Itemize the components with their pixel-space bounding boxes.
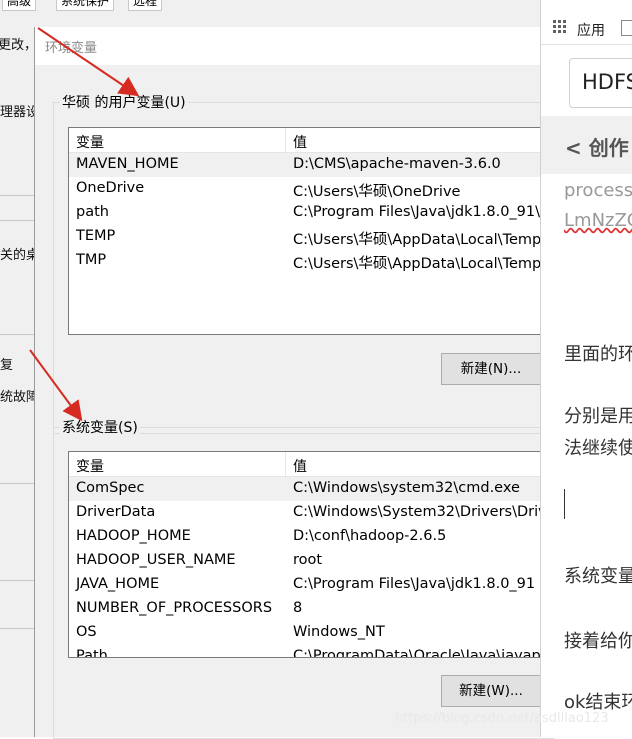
breadcrumb-label: < 创作 (565, 136, 629, 160)
env-vars-dialog: 环境变量 华硕 的用户变量(U) 变量 值 MAVEN_HOME D:\CMS\… (34, 27, 554, 739)
search-input[interactable]: HDFS (569, 58, 632, 108)
column-header-value[interactable]: 值 (293, 132, 307, 152)
table-row[interactable]: OS Windows_NT (69, 621, 549, 645)
bg-text-fragment: 更改， (0, 38, 38, 53)
var-name: DriverData (76, 504, 156, 520)
table-row[interactable]: HADOOP_HOME D:\conf\hadoop-2.6.5 (69, 525, 549, 549)
system-new-button[interactable]: 新建(W)... (441, 675, 541, 707)
table-row[interactable]: path C:\Program Files\Java\jdk1.8.0_91\ (69, 201, 549, 225)
var-name: OneDrive (76, 180, 145, 196)
var-name: Path (76, 648, 108, 658)
column-header-name[interactable]: 变量 (76, 132, 104, 152)
var-value: D:\conf\hadoop-2.6.5 (293, 528, 447, 544)
table-row[interactable]: JAVA_HOME C:\Program Files\Java\jdk1.8.0… (69, 573, 549, 597)
divider (0, 483, 34, 484)
table-row[interactable]: ComSpec C:\Windows\system32\cmd.exe (69, 477, 549, 501)
column-separator[interactable] (285, 452, 286, 476)
var-name: TEMP (76, 228, 116, 244)
var-value: 8 (293, 600, 303, 616)
table-row[interactable]: OneDrive C:\Users\华硕\OneDrive (69, 177, 549, 201)
apps-bookmark-label[interactable]: 应用 (577, 20, 605, 40)
tab-system-protection[interactable]: 系统保护 (56, 0, 115, 11)
var-value: C:\ProgramData\Oracle\Java\javapath (293, 648, 549, 658)
var-name: TMP (76, 252, 107, 268)
table-row[interactable]: Path C:\ProgramData\Oracle\Java\javapath (69, 645, 549, 658)
var-name: OS (76, 624, 97, 640)
system-vars-label: 系统变量(S) (60, 417, 140, 437)
var-value: C:\Users\华硕\AppData\Local\Temp (293, 232, 542, 248)
tab-advanced[interactable]: 高级 (2, 0, 37, 11)
bookmark-page-icon[interactable] (621, 20, 632, 36)
var-value: C:\Users\华硕\OneDrive (293, 184, 461, 200)
var-name: HADOOP_HOME (76, 528, 191, 544)
article-text: process (564, 180, 632, 201)
var-value: Windows_NT (293, 624, 385, 640)
divider (0, 580, 34, 581)
table-row[interactable]: TMP C:\Users\华硕\AppData\Local\Temp (69, 249, 549, 273)
tab-bar: 高级 系统保护 远程 (0, 0, 540, 11)
bookmarks-bar: 应用 (541, 0, 632, 45)
divider (0, 220, 34, 221)
var-name: path (76, 204, 109, 220)
dialog-title-bar: 环境变量 (35, 27, 541, 65)
dialog-title: 环境变量 (45, 41, 98, 56)
var-value: C:\Users\华硕\AppData\Local\Temp (293, 256, 542, 272)
column-header-name[interactable]: 变量 (76, 456, 104, 476)
list-header: 变量 值 (69, 452, 549, 477)
apps-grid-icon[interactable] (553, 20, 567, 34)
table-row[interactable]: HADOOP_USER_NAME root (69, 549, 549, 573)
article-text: LmNzZG (564, 210, 632, 231)
var-value: C:\Windows\System32\Drivers\DriverData (293, 504, 549, 520)
search-text: HDFS (582, 70, 632, 94)
text-caret (564, 489, 565, 519)
var-name: ComSpec (76, 480, 145, 496)
article-text: 里面的环 (564, 344, 632, 365)
browser-window: 应用 HDFS < 创作 process LmNzZG 里面的环 分别是用 法继… (540, 0, 632, 737)
article-text: 系统变量 (564, 566, 632, 587)
var-name: HADOOP_USER_NAME (76, 552, 236, 568)
var-value: C:\Windows\system32\cmd.exe (293, 480, 520, 496)
table-row[interactable]: DriverData C:\Windows\System32\Drivers\D… (69, 501, 549, 525)
var-value: root (293, 552, 323, 568)
article-text: 接着给你 (564, 631, 632, 652)
divider (0, 195, 34, 196)
user-vars-list[interactable]: 变量 值 MAVEN_HOME D:\CMS\apache-maven-3.6.… (68, 127, 549, 335)
divider (0, 628, 34, 629)
divider (0, 334, 34, 335)
var-name: MAVEN_HOME (76, 156, 179, 172)
bg-text-fragment: 复 (0, 358, 14, 373)
column-header-value[interactable]: 值 (293, 456, 307, 476)
var-value: C:\Program Files\Java\jdk1.8.0_91\ (293, 204, 541, 220)
column-separator[interactable] (285, 128, 286, 152)
user-vars-label: 华硕 的用户变量(U) (60, 92, 188, 112)
article-text: 分别是用 (564, 406, 632, 427)
var-name: NUMBER_OF_PROCESSORS (76, 600, 273, 616)
table-row[interactable]: TEMP C:\Users\华硕\AppData\Local\Temp (69, 225, 549, 249)
var-name: JAVA_HOME (76, 576, 160, 592)
var-value: C:\Program Files\Java\jdk1.8.0_91 (293, 576, 536, 592)
watermark: https://blog.csdn.net/asdlllao123 (395, 711, 609, 726)
user-new-button[interactable]: 新建(N)... (441, 353, 541, 385)
table-row[interactable]: MAVEN_HOME D:\CMS\apache-maven-3.6.0 (69, 153, 549, 177)
system-vars-list[interactable]: 变量 值 ComSpec C:\Windows\system32\cmd.exe… (68, 451, 549, 658)
breadcrumb[interactable]: < 创作 (541, 116, 632, 174)
list-header: 变量 值 (69, 128, 549, 153)
article-text: 法继续使 (564, 438, 632, 459)
tab-remote[interactable]: 远程 (128, 0, 163, 11)
var-value: D:\CMS\apache-maven-3.6.0 (293, 156, 501, 172)
table-row[interactable]: NUMBER_OF_PROCESSORS 8 (69, 597, 549, 621)
